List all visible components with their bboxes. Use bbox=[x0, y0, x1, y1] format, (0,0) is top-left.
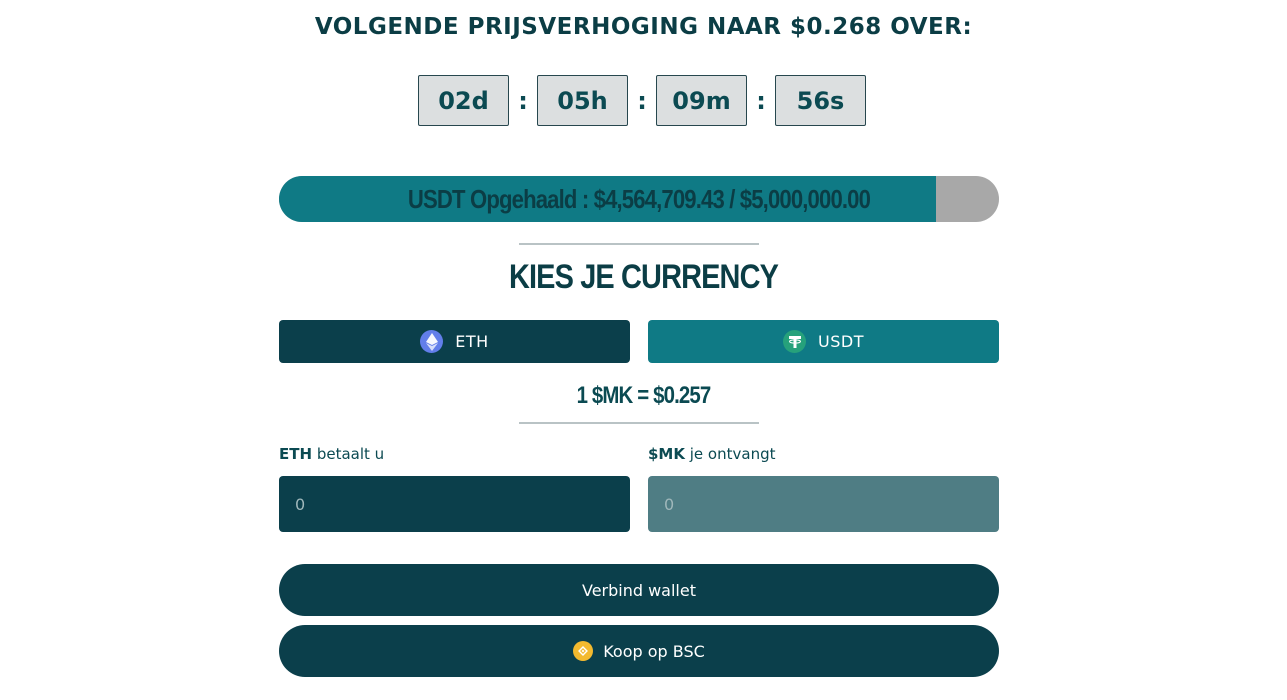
timer-separator: : bbox=[518, 86, 528, 115]
timer-hours: 05h bbox=[537, 75, 628, 126]
receive-token: $MK bbox=[648, 445, 685, 463]
buy-on-bsc-label: Koop op BSC bbox=[603, 641, 705, 661]
divider bbox=[519, 422, 759, 424]
receive-label-text: je ontvangt bbox=[685, 445, 776, 463]
ethereum-icon bbox=[420, 330, 444, 353]
fundraise-progress-bar: USDT Opgehaald : $4,564,709.43 / $5,000,… bbox=[279, 176, 999, 222]
timer-seconds: 56s bbox=[775, 75, 866, 126]
timer-separator: : bbox=[637, 86, 647, 115]
pay-label-text: betaalt u bbox=[312, 445, 385, 463]
receive-amount-input[interactable] bbox=[648, 476, 999, 532]
bnb-icon bbox=[573, 641, 594, 661]
timer-days: 02d bbox=[418, 75, 509, 126]
timer-separator: : bbox=[756, 86, 766, 115]
divider bbox=[519, 243, 759, 245]
currency-usdt-label: USDT bbox=[818, 332, 864, 351]
countdown-timer: 02d : 05h : 09m : 56s bbox=[418, 75, 866, 126]
pay-currency: ETH bbox=[279, 445, 313, 463]
progress-label: USDT Opgehaald : $4,564,709.43 / $5,000,… bbox=[407, 183, 871, 214]
currency-usdt-button[interactable]: USDT bbox=[648, 320, 999, 363]
timer-minutes: 09m bbox=[656, 75, 747, 126]
pay-amount-label: ETH betaalt u bbox=[279, 445, 384, 463]
connect-wallet-label: Verbind wallet bbox=[581, 580, 696, 600]
pay-amount-input[interactable] bbox=[279, 476, 630, 532]
currency-eth-button[interactable]: ETH bbox=[279, 320, 630, 363]
exchange-rate: 1 $MK = $0.257 bbox=[576, 382, 712, 409]
price-increase-headline: VOLGENDE PRIJSVERHOGING NAAR $0.268 OVER… bbox=[314, 14, 973, 40]
connect-wallet-button[interactable]: Verbind wallet bbox=[279, 564, 999, 616]
buy-on-bsc-button[interactable]: Koop op BSC bbox=[279, 625, 999, 677]
currency-eth-label: ETH bbox=[455, 332, 489, 351]
receive-amount-label: $MK je ontvangt bbox=[648, 445, 775, 463]
tether-icon bbox=[783, 330, 807, 353]
choose-currency-title: KIES JE CURRENCY bbox=[508, 258, 779, 296]
